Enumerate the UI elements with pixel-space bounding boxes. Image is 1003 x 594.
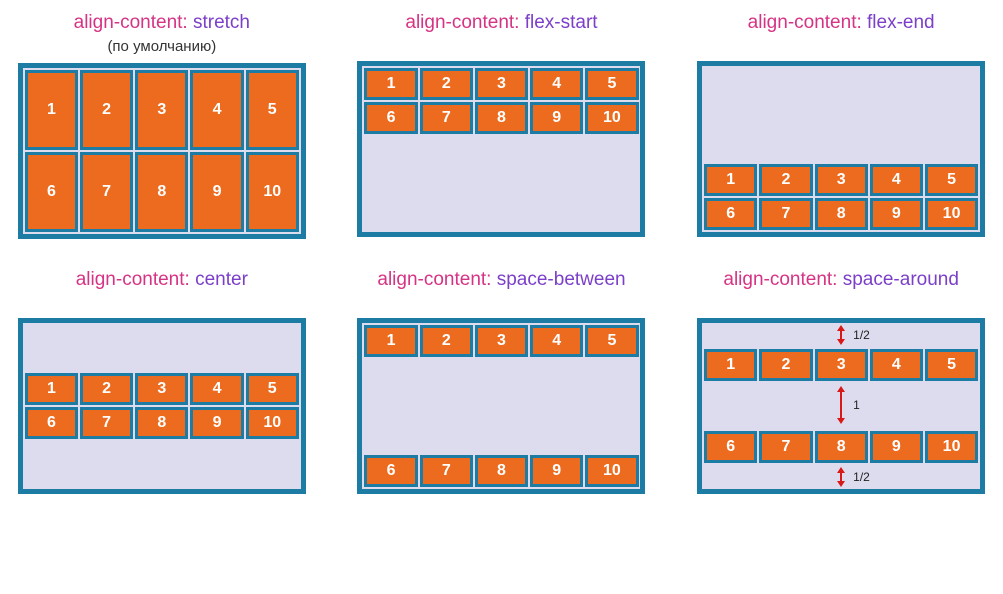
flex-item: 3 [135, 373, 188, 405]
flex-item: 6 [704, 198, 757, 230]
flex-item: 10 [585, 102, 638, 134]
flex-item: 10 [925, 198, 978, 230]
flex-item: 1 [704, 164, 757, 196]
flex-item: 4 [530, 325, 583, 357]
flex-item: 7 [759, 431, 812, 463]
flex-item: 2 [420, 68, 473, 100]
spacing-arrow-bot: 1/2 [835, 467, 847, 487]
flex-item: 7 [420, 102, 473, 134]
flex-item: 8 [135, 152, 188, 232]
flex-item: 5 [246, 70, 299, 150]
flex-item: 4 [530, 68, 583, 100]
flex-item: 7 [80, 152, 133, 232]
property-name: align-content [748, 12, 857, 33]
property-name: align-content [76, 269, 185, 290]
flex-item: 1 [25, 70, 78, 150]
flex-item: 9 [870, 431, 923, 463]
property-value: space-between [497, 269, 626, 290]
spacing-label: 1 [853, 398, 860, 412]
flex-container: 1 2 3 4 5 6 7 8 9 10 [697, 61, 985, 237]
diagram-grid: align-content: stretch (по умолчанию) 1 … [12, 12, 991, 494]
flex-item: 1 [704, 349, 757, 381]
title: align-content: flex-end [748, 12, 935, 34]
spacing-arrow-mid: 1 [835, 386, 847, 424]
flex-item: 5 [925, 164, 978, 196]
flex-item: 9 [190, 407, 243, 439]
flex-item: 8 [815, 431, 868, 463]
property-name: align-content [74, 12, 183, 33]
flex-item: 4 [870, 164, 923, 196]
flex-container: 1 2 3 4 5 6 7 8 9 10 [18, 63, 306, 239]
spacing-label: 1/2 [853, 470, 870, 484]
property-name: align-content [405, 12, 514, 33]
flex-item: 6 [704, 431, 757, 463]
example-stretch: align-content: stretch (по умолчанию) 1 … [12, 12, 312, 239]
flex-item: 9 [530, 102, 583, 134]
flex-item: 4 [190, 373, 243, 405]
flex-item: 1 [364, 68, 417, 100]
flex-container: 1 2 3 4 5 6 7 8 9 10 [18, 318, 306, 494]
flex-item: 3 [815, 164, 868, 196]
flex-item: 4 [190, 70, 243, 150]
flex-container: 1 2 3 4 5 6 7 8 9 10 [357, 318, 645, 494]
property-name: align-content [377, 269, 486, 290]
property-value: space-around [843, 269, 959, 290]
example-space-around: align-content: space-around 1 2 3 4 5 6 … [691, 269, 991, 494]
flex-item: 3 [135, 70, 188, 150]
flex-item: 9 [530, 455, 583, 487]
example-flex-end: align-content: flex-end 1 2 3 4 5 6 7 8 … [691, 12, 991, 239]
flex-item: 6 [25, 407, 78, 439]
flex-item: 5 [585, 325, 638, 357]
flex-item: 2 [80, 373, 133, 405]
flex-item: 8 [135, 407, 188, 439]
property-value: flex-end [867, 12, 935, 33]
flex-item: 2 [759, 164, 812, 196]
property-value: stretch [193, 12, 250, 33]
flex-item: 3 [475, 325, 528, 357]
flex-item: 7 [759, 198, 812, 230]
title: align-content: flex-start [405, 12, 597, 34]
title: align-content: space-around [723, 269, 959, 291]
property-value: center [195, 269, 248, 290]
example-flex-start: align-content: flex-start 1 2 3 4 5 6 7 … [352, 12, 652, 239]
flex-item: 2 [420, 325, 473, 357]
default-note: (по умолчанию) [107, 38, 216, 55]
flex-item: 9 [870, 198, 923, 230]
spacing-arrow-top: 1/2 [835, 325, 847, 345]
flex-item: 10 [585, 455, 638, 487]
flex-item: 7 [80, 407, 133, 439]
property-name: align-content [723, 269, 832, 290]
flex-item: 3 [815, 349, 868, 381]
flex-item: 10 [246, 407, 299, 439]
flex-item: 6 [364, 455, 417, 487]
example-space-between: align-content: space-between 1 2 3 4 5 6… [352, 269, 652, 494]
flex-item: 6 [25, 152, 78, 232]
flex-item: 10 [925, 431, 978, 463]
flex-item: 1 [364, 325, 417, 357]
flex-container: 1 2 3 4 5 6 7 8 9 10 1/2 1 1/2 [697, 318, 985, 494]
example-center: align-content: center 1 2 3 4 5 6 7 8 9 … [12, 269, 312, 494]
spacing-label: 1/2 [853, 328, 870, 342]
title: align-content: stretch [74, 12, 250, 34]
flex-item: 9 [190, 152, 243, 232]
flex-item: 4 [870, 349, 923, 381]
flex-item: 2 [80, 70, 133, 150]
flex-item: 2 [759, 349, 812, 381]
flex-item: 8 [475, 102, 528, 134]
property-value: flex-start [525, 12, 598, 33]
flex-item: 10 [246, 152, 299, 232]
flex-container: 1 2 3 4 5 6 7 8 9 10 [357, 61, 645, 237]
flex-item: 5 [246, 373, 299, 405]
flex-item: 1 [25, 373, 78, 405]
flex-item: 5 [585, 68, 638, 100]
title: align-content: space-between [377, 269, 625, 291]
flex-item: 8 [815, 198, 868, 230]
flex-item: 6 [364, 102, 417, 134]
flex-item: 7 [420, 455, 473, 487]
flex-item: 8 [475, 455, 528, 487]
title: align-content: center [76, 269, 248, 291]
flex-item: 5 [925, 349, 978, 381]
flex-item: 3 [475, 68, 528, 100]
